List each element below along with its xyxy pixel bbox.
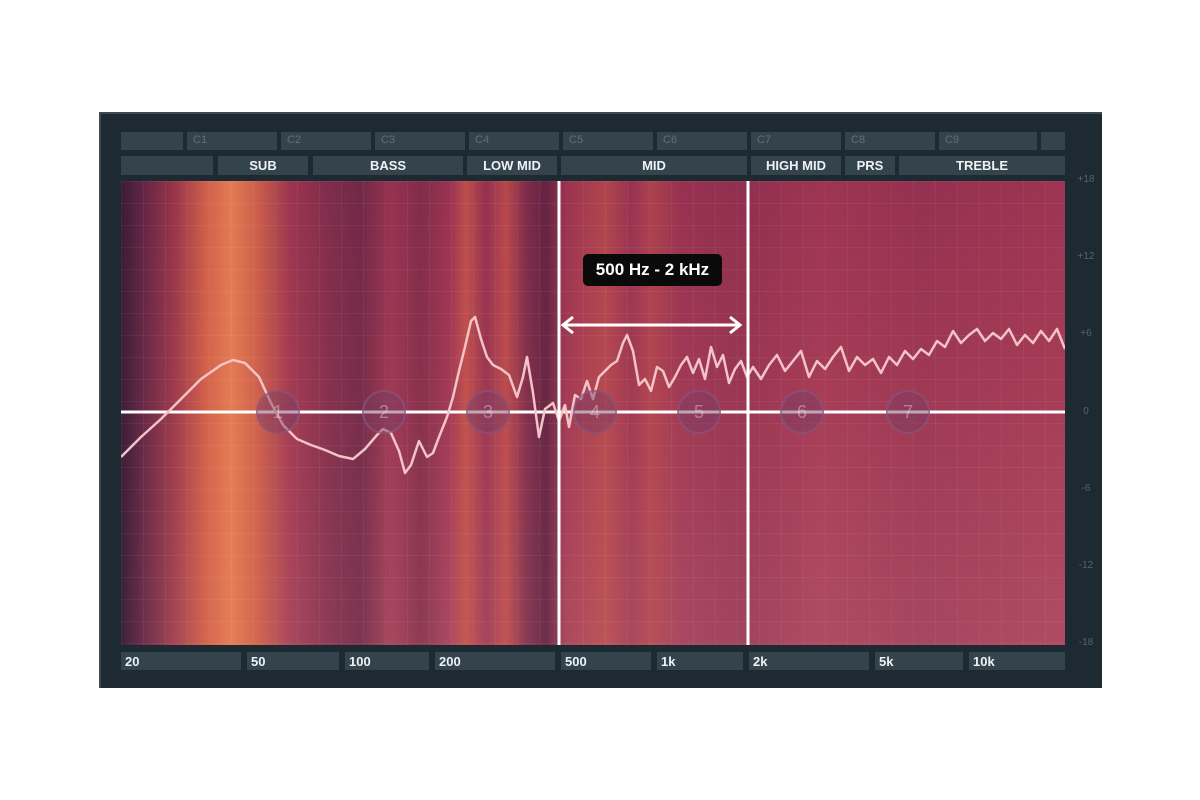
freq-label: 50 xyxy=(247,652,339,670)
band-bass[interactable]: BASS xyxy=(313,156,463,175)
range-badge: 500 Hz - 2 kHz xyxy=(583,254,722,286)
note-cell: C5 xyxy=(563,132,653,150)
note-cell: C2 xyxy=(281,132,371,150)
eq-node-2[interactable]: 2 xyxy=(362,390,406,434)
band-label xyxy=(121,156,213,175)
band-treble[interactable]: TREBLE xyxy=(899,156,1065,175)
eq-node-5[interactable]: 5 xyxy=(677,390,721,434)
note-cell: C4 xyxy=(469,132,559,150)
note-cell: C1 xyxy=(187,132,277,150)
freq-label: 1k xyxy=(657,652,743,670)
freq-label: 100 xyxy=(345,652,429,670)
db-label: +6 xyxy=(1080,328,1092,339)
db-label: 0 xyxy=(1083,406,1089,417)
note-cell: C3 xyxy=(375,132,465,150)
band-low-mid[interactable]: LOW MID xyxy=(467,156,557,175)
db-label: +18 xyxy=(1077,174,1095,185)
freq-label: 2k xyxy=(749,652,869,670)
freq-label: 500 xyxy=(561,652,651,670)
db-label: +12 xyxy=(1077,251,1095,262)
note-cell xyxy=(121,132,183,150)
freq-label: 200 xyxy=(435,652,555,670)
band-presence[interactable]: PRS xyxy=(845,156,895,175)
freq-label: 5k xyxy=(875,652,963,670)
note-cell: C9 xyxy=(939,132,1037,150)
note-cell: C8 xyxy=(845,132,935,150)
band-sub[interactable]: SUB xyxy=(218,156,308,175)
note-cell: C6 xyxy=(657,132,747,150)
freq-label: 20 xyxy=(121,652,241,670)
eq-node-1[interactable]: 1 xyxy=(256,390,300,434)
eq-node-6[interactable]: 6 xyxy=(780,390,824,434)
note-cell: C7 xyxy=(751,132,841,150)
db-label: -18 xyxy=(1078,637,1094,648)
freq-label: 10k xyxy=(969,652,1065,670)
eq-node-4[interactable]: 4 xyxy=(573,390,617,434)
analyzer-panel: C1 C2 C3 C4 C5 C6 C7 C8 C9 SUB BASS LOW … xyxy=(99,112,1102,688)
db-label: -6 xyxy=(1081,483,1091,494)
note-cell xyxy=(1041,132,1065,150)
band-high-mid[interactable]: HIGH MID xyxy=(751,156,841,175)
spectrum-plot[interactable]: 1 2 3 4 5 6 7 xyxy=(121,181,1065,645)
band-mid[interactable]: MID xyxy=(561,156,747,175)
db-label: -12 xyxy=(1078,560,1094,571)
eq-node-3[interactable]: 3 xyxy=(466,390,510,434)
eq-node-7[interactable]: 7 xyxy=(886,390,930,434)
